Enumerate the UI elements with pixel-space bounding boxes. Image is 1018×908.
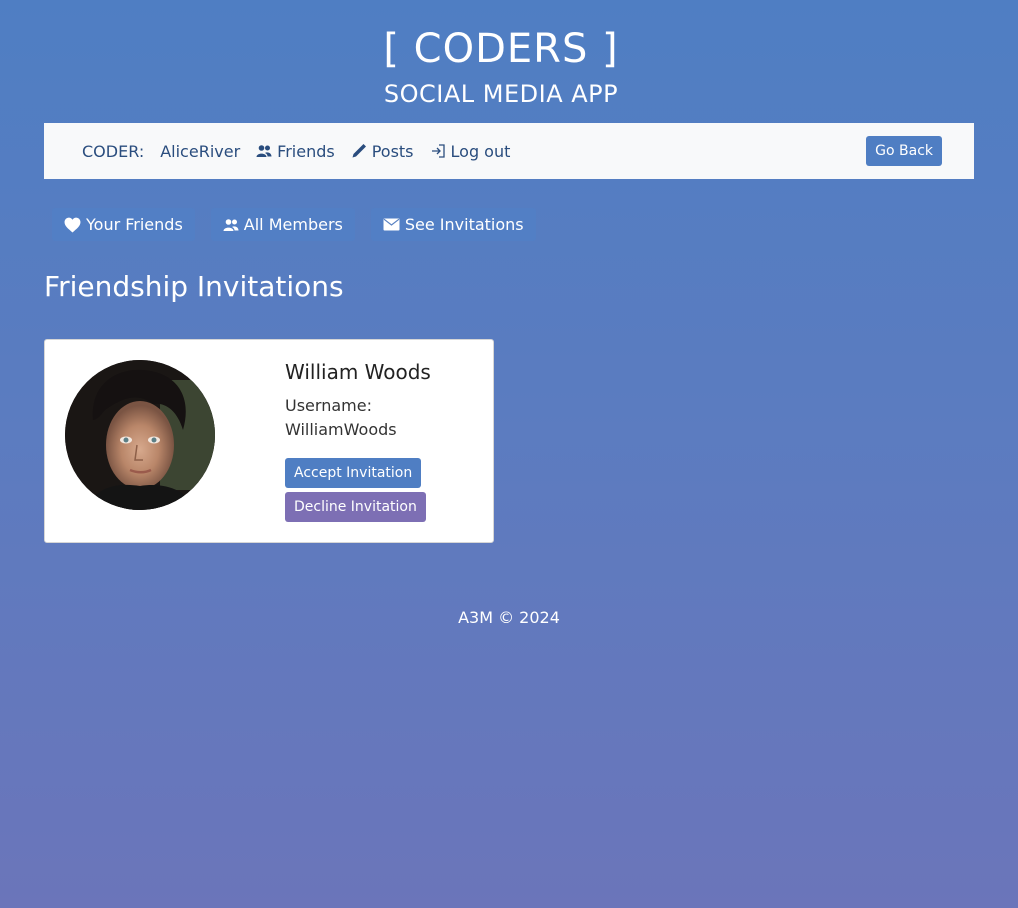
nav-posts[interactable]: Posts [351, 142, 414, 161]
tab-see-invitations[interactable]: See Invitations [370, 208, 536, 241]
navbar: CODER: AliceRiver Friends Posts Log out … [44, 123, 974, 179]
accept-invitation-button[interactable]: Accept Invitation [285, 458, 422, 488]
username-label: Username: [285, 396, 372, 415]
app-subtitle: SOCIAL MEDIA APP [383, 80, 619, 108]
tab-all-members-label: All Members [243, 215, 343, 234]
avatar [65, 360, 215, 510]
logout-icon [431, 144, 445, 158]
app-title: [ CODERS ] [383, 26, 619, 72]
tab-your-friends[interactable]: Your Friends [52, 208, 195, 241]
current-username[interactable]: AliceRiver [160, 142, 240, 161]
page-title: Friendship Invitations [44, 270, 344, 303]
nav-logout-label: Log out [450, 141, 511, 161]
go-back-button[interactable]: Go Back [866, 136, 942, 166]
nav-posts-label: Posts [371, 141, 414, 161]
invitation-card: William Woods Username: WilliamWoods Acc… [44, 339, 494, 543]
invitation-details: William Woods Username: WilliamWoods Acc… [285, 360, 485, 522]
heart-icon [64, 217, 81, 232]
tab-all-members[interactable]: All Members [210, 208, 355, 241]
people-icon [256, 145, 272, 157]
tab-your-friends-label: Your Friends [86, 215, 183, 234]
tab-see-invitations-label: See Invitations [404, 215, 524, 234]
footer: A3M © 2024 [458, 608, 560, 627]
people-icon [223, 218, 239, 231]
member-tabs: Your Friends All Members See Invitations [52, 208, 536, 241]
nav-logout[interactable]: Log out [430, 141, 511, 161]
coder-label: CODER: [82, 141, 145, 161]
nav-friends-label: Friends [277, 141, 335, 161]
avatar-portrait-image [65, 360, 215, 510]
decline-invitation-button[interactable]: Decline Invitation [285, 492, 426, 522]
member-username: WilliamWoods [285, 420, 397, 439]
header: [ CODERS ] SOCIAL MEDIA APP [0, 0, 1018, 108]
nav-friends[interactable]: Friends [256, 142, 335, 161]
member-name: William Woods [285, 360, 431, 384]
pencil-icon [352, 144, 366, 158]
envelope-icon [383, 218, 400, 231]
